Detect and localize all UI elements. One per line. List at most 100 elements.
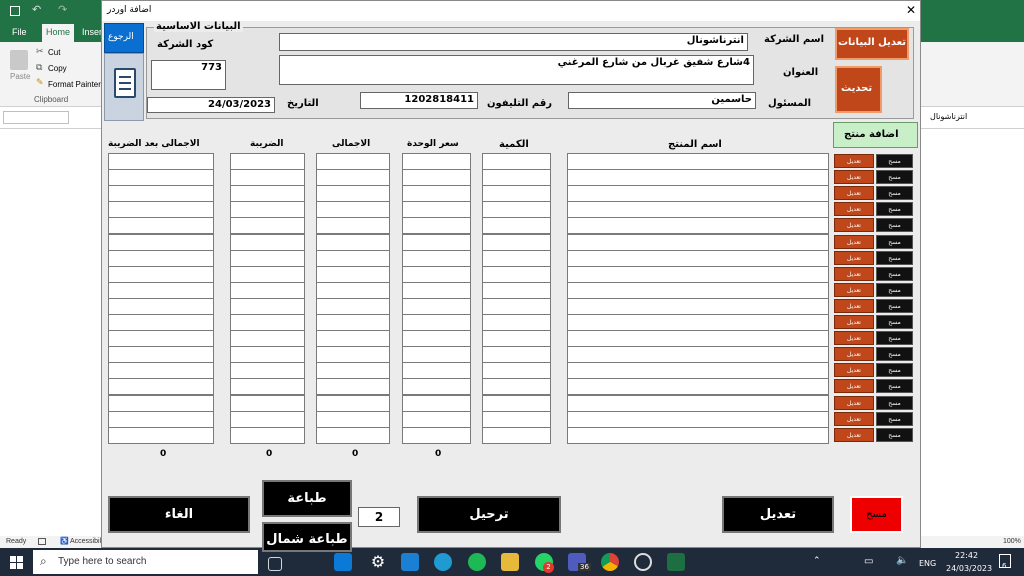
total-cell[interactable] [316, 185, 390, 203]
quantity-cell[interactable] [482, 410, 551, 428]
tax-cell[interactable] [230, 201, 305, 219]
row-delete-button[interactable]: مسح [876, 234, 913, 249]
phone-field[interactable]: 1202818411 [360, 92, 478, 109]
row-edit-button[interactable]: تعديل [834, 202, 874, 217]
total-cell[interactable] [316, 297, 390, 315]
total-cell[interactable] [316, 378, 390, 396]
unit-price-cell[interactable] [402, 426, 471, 444]
clock-time[interactable]: 22:42 [955, 551, 978, 560]
product-name-cell[interactable] [567, 249, 829, 267]
unit-price-cell[interactable] [402, 297, 471, 315]
company-code-field[interactable]: 773 [151, 60, 226, 90]
product-name-cell[interactable] [567, 314, 829, 332]
chrome-icon[interactable] [601, 553, 619, 571]
total-after-tax-cell[interactable] [108, 185, 214, 203]
tax-cell[interactable] [230, 185, 305, 203]
row-delete-button[interactable]: مسح [876, 170, 913, 185]
quantity-cell[interactable] [482, 314, 551, 332]
quantity-cell[interactable] [482, 426, 551, 444]
cancel-button[interactable]: الغاء [108, 496, 250, 533]
paste-icon[interactable] [10, 50, 28, 70]
product-name-cell[interactable] [567, 394, 829, 412]
formula-input[interactable]: انترناشونال [930, 112, 967, 121]
total-after-tax-cell[interactable] [108, 169, 214, 187]
quantity-cell[interactable] [482, 201, 551, 219]
unit-price-cell[interactable] [402, 362, 471, 380]
date-field[interactable]: 24/03/2023 [147, 97, 275, 113]
unit-price-cell[interactable] [402, 185, 471, 203]
row-edit-button[interactable]: تعديل [834, 250, 874, 265]
product-name-cell[interactable] [567, 265, 829, 283]
total-cell[interactable] [316, 233, 390, 251]
windows-start-icon[interactable] [10, 556, 23, 569]
row-edit-button[interactable]: تعديل [834, 186, 874, 201]
row-delete-button[interactable]: مسح [876, 363, 913, 378]
unit-price-cell[interactable] [402, 378, 471, 396]
tax-cell[interactable] [230, 410, 305, 428]
product-name-cell[interactable] [567, 297, 829, 315]
accessibility-icon[interactable]: ♿ [60, 537, 69, 545]
volume-icon[interactable]: 🔈 [896, 555, 908, 566]
product-name-cell[interactable] [567, 410, 829, 428]
camera-icon[interactable] [634, 553, 652, 571]
tax-cell[interactable] [230, 281, 305, 299]
tax-cell[interactable] [230, 362, 305, 380]
quantity-cell[interactable] [482, 169, 551, 187]
product-name-cell[interactable] [567, 217, 829, 235]
excel-taskbar-icon[interactable] [667, 553, 685, 571]
row-delete-button[interactable]: مسح [876, 282, 913, 297]
tab-file[interactable]: File [12, 27, 27, 37]
row-delete-button[interactable]: مسح [876, 202, 913, 217]
quantity-cell[interactable] [482, 249, 551, 267]
total-after-tax-cell[interactable] [108, 233, 214, 251]
store-icon[interactable] [334, 553, 352, 571]
total-after-tax-cell[interactable] [108, 249, 214, 267]
quantity-cell[interactable] [482, 378, 551, 396]
row-edit-button[interactable]: تعديل [834, 154, 874, 168]
tax-cell[interactable] [230, 169, 305, 187]
product-name-cell[interactable] [567, 233, 829, 251]
product-name-cell[interactable] [567, 426, 829, 444]
quantity-cell[interactable] [482, 217, 551, 235]
unit-price-cell[interactable] [402, 233, 471, 251]
tax-cell[interactable] [230, 346, 305, 364]
language-indicator[interactable]: ENG [919, 559, 936, 568]
copy-button[interactable]: Copy [48, 64, 67, 73]
format-painter-button[interactable]: Format Painter [48, 80, 101, 89]
print-shamal-button[interactable]: طباعة شمال [262, 522, 352, 552]
total-after-tax-cell[interactable] [108, 394, 214, 412]
settings-gear-icon[interactable]: ⚙ [369, 553, 387, 571]
total-after-tax-cell[interactable] [108, 314, 214, 332]
product-name-cell[interactable] [567, 346, 829, 364]
quantity-cell[interactable] [482, 233, 551, 251]
row-delete-button[interactable]: مسح [876, 154, 913, 168]
total-after-tax-cell[interactable] [108, 426, 214, 444]
total-after-tax-cell[interactable] [108, 297, 214, 315]
row-delete-button[interactable]: مسح [876, 250, 913, 265]
total-cell[interactable] [316, 217, 390, 235]
tax-cell[interactable] [230, 426, 305, 444]
row-edit-button[interactable]: تعديل [834, 218, 874, 233]
total-cell[interactable] [316, 394, 390, 412]
product-name-cell[interactable] [567, 169, 829, 187]
row-delete-button[interactable]: مسح [876, 427, 913, 442]
total-after-tax-cell[interactable] [108, 265, 214, 283]
row-delete-button[interactable]: مسح [876, 347, 913, 362]
row-edit-button[interactable]: تعديل [834, 427, 874, 442]
order-count-field[interactable]: 2 [358, 507, 400, 527]
unit-price-cell[interactable] [402, 153, 471, 171]
tax-cell[interactable] [230, 314, 305, 332]
product-name-cell[interactable] [567, 362, 829, 380]
total-cell[interactable] [316, 265, 390, 283]
tab-insert[interactable]: Inser [82, 27, 102, 37]
row-delete-button[interactable]: مسح [876, 379, 913, 394]
total-after-tax-cell[interactable] [108, 201, 214, 219]
unit-price-cell[interactable] [402, 217, 471, 235]
product-name-cell[interactable] [567, 281, 829, 299]
row-edit-button[interactable]: تعديل [834, 266, 874, 281]
cut-button[interactable]: Cut [48, 48, 60, 57]
macro-record-icon[interactable] [38, 538, 46, 545]
product-name-cell[interactable] [567, 185, 829, 203]
quantity-cell[interactable] [482, 394, 551, 412]
tax-cell[interactable] [230, 217, 305, 235]
